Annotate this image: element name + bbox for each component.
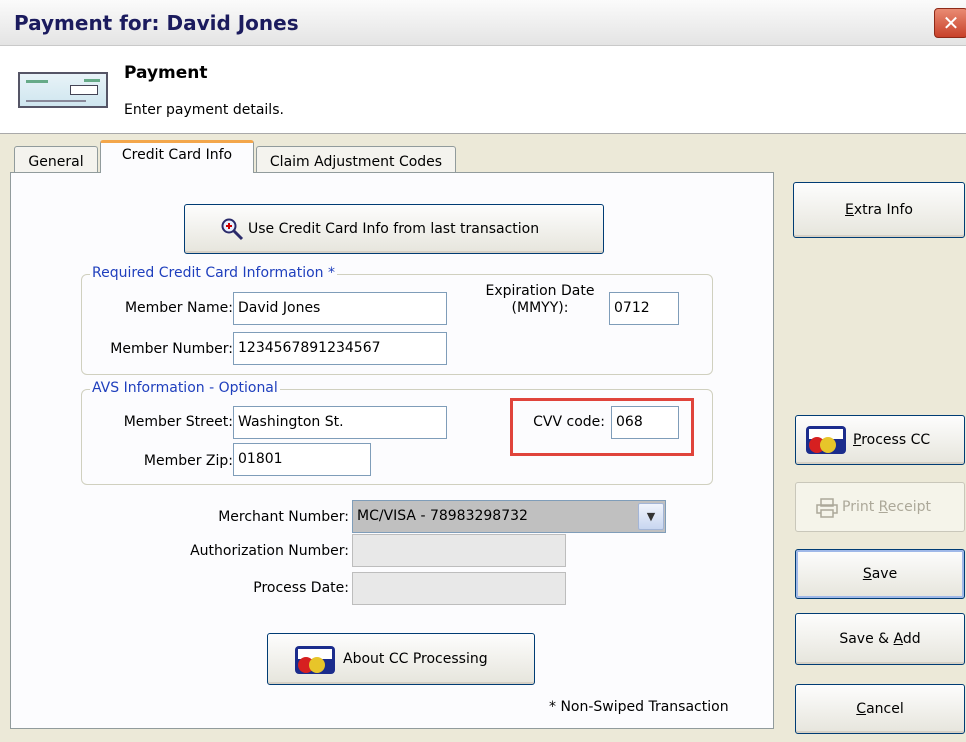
member-name-label: Member Name: (124, 300, 233, 316)
extra-info-button[interactable]: Extra Info (793, 182, 965, 238)
avs-info-legend: AVS Information - Optional (90, 380, 280, 396)
member-street-label: Member Street: (123, 414, 233, 430)
cancel-button[interactable]: Cancel (795, 684, 965, 734)
cvv-code-label: CVV code: (533, 414, 605, 430)
save-and-add-button[interactable]: Save & Add (795, 613, 965, 665)
chevron-down-icon[interactable]: ▼ (638, 503, 664, 530)
close-button[interactable]: ✕ (934, 8, 966, 38)
credit-card-icon (295, 646, 335, 674)
use-last-transaction-label: Use Credit Card Info from last transacti… (248, 221, 540, 237)
member-zip-field[interactable]: 01801 (233, 443, 371, 476)
footnote: * Non-Swiped Transaction (549, 699, 729, 715)
cancel-label: Cancel (856, 701, 904, 717)
dialog-header: Payment Enter payment details. (0, 46, 966, 134)
merchant-number-select[interactable]: MC/VISA - 78983298732 ▼ (352, 500, 666, 533)
magnifier-icon (221, 218, 244, 241)
tab-general[interactable]: General (14, 146, 98, 173)
print-receipt-label: Print Receipt (842, 499, 931, 515)
process-date-field[interactable] (352, 572, 566, 605)
process-cc-button[interactable]: Process CC (795, 415, 965, 465)
print-receipt-button[interactable]: Print Receipt (795, 482, 965, 532)
use-last-transaction-button[interactable]: Use Credit Card Info from last transacti… (184, 204, 604, 254)
printer-icon (816, 498, 838, 518)
check-icon (18, 72, 108, 108)
expiration-format-label: (MMYY): (511, 300, 569, 316)
credit-card-panel: Use Credit Card Info from last transacti… (10, 172, 774, 729)
credit-card-icon (806, 426, 846, 454)
tab-claim-adjustment-codes[interactable]: Claim Adjustment Codes (256, 146, 456, 173)
expiration-date-label: Expiration Date (485, 283, 595, 299)
payment-dialog: Payment for: David Jones ✕ Payment Enter… (0, 0, 966, 742)
save-label: Save (862, 566, 898, 582)
about-cc-processing-button[interactable]: About CC Processing (267, 633, 535, 685)
save-button[interactable]: Save (795, 549, 965, 599)
header-title: Payment (124, 63, 208, 83)
merchant-number-label: Merchant Number: (218, 509, 349, 525)
member-street-field[interactable]: Washington St. (233, 406, 447, 439)
merchant-number-value: MC/VISA - 78983298732 (357, 508, 528, 524)
expiration-date-field[interactable]: 0712 (609, 292, 679, 325)
member-name-field[interactable]: David Jones (233, 292, 447, 325)
authorization-number-label: Authorization Number: (190, 543, 349, 559)
about-cc-processing-label: About CC Processing (343, 651, 488, 667)
window-title: Payment for: David Jones (14, 11, 299, 35)
cvv-code-field[interactable]: 068 (611, 406, 679, 439)
member-number-label: Member Number: (110, 341, 233, 357)
extra-info-label: Extra Info (845, 202, 913, 218)
header-subtitle: Enter payment details. (124, 102, 284, 118)
tab-credit-card-info[interactable]: Credit Card Info (100, 140, 254, 173)
title-bar[interactable]: Payment for: David Jones ✕ (0, 0, 966, 46)
member-number-field[interactable]: 1234567891234567 (233, 332, 447, 365)
save-and-add-label: Save & Add (839, 631, 921, 647)
process-cc-label: Process CC (853, 432, 931, 448)
process-date-label: Process Date: (253, 580, 349, 596)
member-zip-label: Member Zip: (143, 453, 233, 469)
required-info-legend: Required Credit Card Information * (90, 265, 338, 281)
authorization-number-field[interactable] (352, 534, 566, 567)
